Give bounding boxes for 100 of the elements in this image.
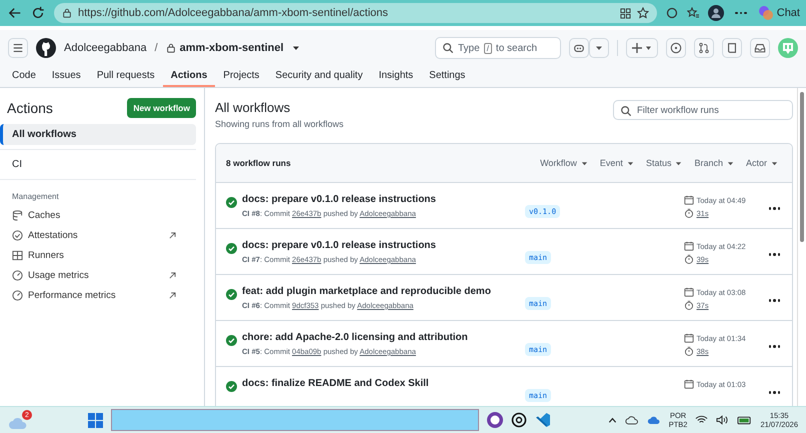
filter-field[interactable]: Filter workflow runs <box>613 100 793 120</box>
search-field[interactable]: Type / to search <box>435 37 561 59</box>
cloud-icon[interactable] <box>624 415 639 425</box>
new-workflow-button[interactable]: New workflow <box>127 98 196 118</box>
more-icon[interactable] <box>766 297 782 304</box>
success-icon <box>226 381 237 392</box>
path-separator: / <box>154 42 158 54</box>
menu-button[interactable] <box>8 38 28 58</box>
start-icon[interactable] <box>88 412 104 428</box>
caret-icon <box>771 160 778 166</box>
success-icon <box>226 243 237 254</box>
avatar-icon[interactable] <box>708 5 724 21</box>
repo-link[interactable]: amm-xbom-sentinel <box>180 42 284 54</box>
dropdown-button[interactable] <box>589 38 609 58</box>
management-item[interactable]: Runners <box>0 245 196 265</box>
nav-tab[interactable]: Projects <box>215 66 268 87</box>
more-icon[interactable] <box>766 205 782 212</box>
management-item[interactable]: Usage metrics <box>0 265 196 285</box>
book-icon <box>726 42 738 54</box>
nav-tab[interactable]: Settings <box>421 66 474 87</box>
stopwatch-icon <box>684 208 694 218</box>
nav-tab[interactable]: Insights <box>370 66 422 87</box>
menu-icon <box>12 42 24 54</box>
search-field[interactable] <box>111 409 480 431</box>
gauge-icon <box>12 270 23 280</box>
chevron-up-icon[interactable] <box>608 416 617 424</box>
search-icon <box>442 42 454 54</box>
run-title[interactable]: docs: prepare v0.1.0 release instructions <box>242 194 520 205</box>
favorites-icon[interactable] <box>687 7 700 19</box>
inbox-icon <box>754 42 766 54</box>
filter-dropdown[interactable]: Actor <box>746 158 778 168</box>
calendar-icon <box>684 241 694 251</box>
plus-icon <box>632 42 652 54</box>
pull-requests-button[interactable] <box>694 38 714 58</box>
create-button[interactable] <box>626 38 658 58</box>
workflow-item[interactable]: CI <box>0 154 196 175</box>
success-icon <box>226 289 237 300</box>
caret-icon <box>580 160 588 166</box>
lock-icon <box>166 43 176 53</box>
url-text: https://github.com/Adolceegabbana/amm-xbom-sentinel/actions <box>78 7 388 19</box>
more-icon[interactable] <box>766 251 782 258</box>
owner-link[interactable]: Adolceegabbana <box>64 42 147 54</box>
apps-icon[interactable] <box>620 8 632 18</box>
page-subtitle: Showing runs from all workflows <box>215 119 344 129</box>
chat-label[interactable]: Chat <box>776 7 800 19</box>
issues-button[interactable] <box>666 38 686 58</box>
repositories-button[interactable] <box>722 38 742 58</box>
filter-dropdown[interactable]: Event <box>600 158 634 168</box>
gauge-icon <box>12 290 23 300</box>
nav-tab[interactable]: Code <box>4 66 44 87</box>
nav-tab[interactable]: Security and quality <box>267 66 371 87</box>
caret-icon <box>726 160 734 166</box>
speaker-icon[interactable] <box>716 415 730 425</box>
inbox-button[interactable] <box>750 38 770 58</box>
calendar-icon <box>684 287 694 297</box>
calendar-icon <box>684 333 694 343</box>
run-title[interactable]: docs: finalize README and Codex Skill <box>242 378 520 389</box>
nav-tab[interactable]: Actions <box>162 66 216 87</box>
external-link-icon <box>169 292 176 298</box>
run-title[interactable]: docs: prepare v0.1.0 release instructions <box>242 240 520 251</box>
stopwatch-icon <box>684 300 694 310</box>
database-icon <box>12 210 23 220</box>
success-icon <box>226 197 237 208</box>
copilot-button[interactable] <box>569 38 589 58</box>
stopwatch-icon <box>684 346 694 356</box>
management-item[interactable]: Caches <box>0 205 196 225</box>
wifi-icon[interactable] <box>695 415 708 425</box>
more-icon[interactable] <box>766 343 782 350</box>
scrollbar[interactable] <box>797 88 806 406</box>
section-heading: Management <box>11 191 60 203</box>
run-title[interactable]: chore: add Apache-2.0 licensing and attribution <box>242 332 520 343</box>
calendar-icon <box>684 195 694 205</box>
github-logo-icon[interactable] <box>36 38 56 58</box>
management-item[interactable]: Attestations <box>0 225 196 245</box>
caret-icon <box>595 44 603 52</box>
filter-dropdown[interactable]: Status <box>646 158 682 168</box>
battery-icon[interactable] <box>737 415 752 425</box>
stopwatch-icon <box>684 254 694 264</box>
filter-dropdown[interactable]: Workflow <box>540 158 588 168</box>
more-icon[interactable] <box>766 389 782 396</box>
star-icon[interactable] <box>637 7 650 19</box>
nav-tab[interactable]: Issues <box>44 66 89 87</box>
page-title: All workflows <box>215 100 292 115</box>
workflow-item[interactable]: All workflows <box>0 124 196 145</box>
nav-tab[interactable]: Pull requests <box>88 66 163 87</box>
back-icon[interactable] <box>8 6 22 20</box>
success-icon <box>226 335 237 346</box>
more-icon[interactable] <box>733 10 749 16</box>
robot-icon <box>573 42 585 54</box>
search-icon <box>620 105 632 117</box>
filter-dropdown[interactable]: Branch <box>694 158 734 168</box>
run-title[interactable]: feat: add plugin marketplace and reproducible demo <box>242 286 520 297</box>
issue-icon <box>670 42 682 54</box>
reload-icon[interactable] <box>31 6 45 20</box>
pull-request-icon <box>698 42 710 54</box>
calendar-icon <box>684 379 694 389</box>
caret-icon[interactable] <box>292 44 300 52</box>
address-bar[interactable]: https://github.com/Adolceegabbana/amm-xbom-sentinel/actions <box>54 3 658 23</box>
caret-icon <box>626 160 634 166</box>
management-item[interactable]: Performance metrics <box>0 285 196 305</box>
